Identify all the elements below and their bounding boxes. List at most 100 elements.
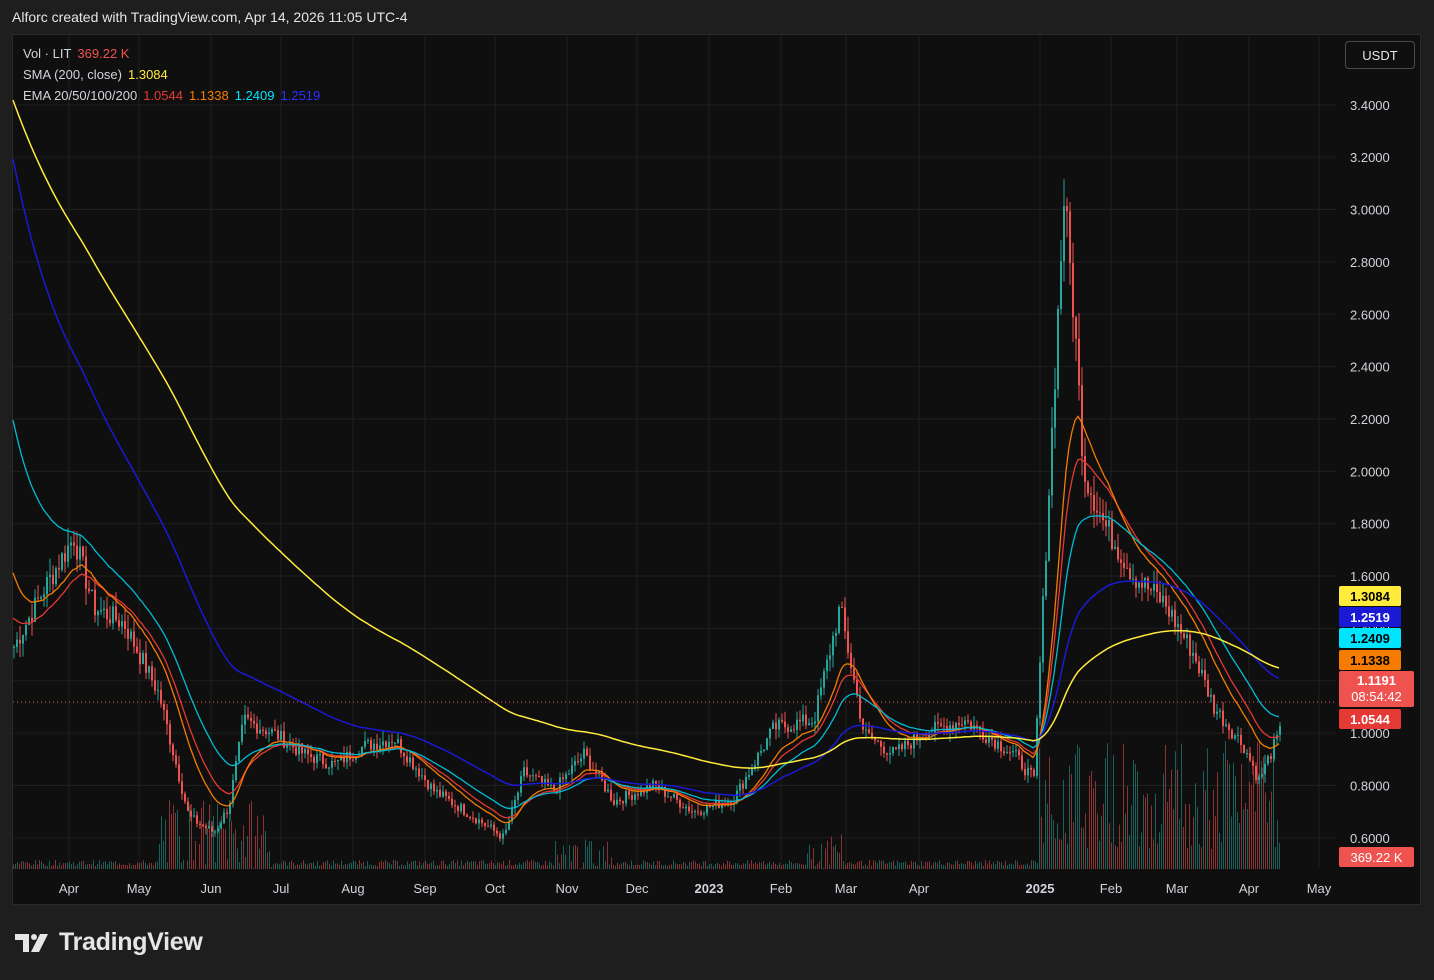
volume-bar (1069, 765, 1070, 869)
candle-body (250, 717, 252, 721)
candle-body (319, 754, 321, 756)
candle-body (199, 823, 201, 825)
volume-bar (1031, 860, 1032, 869)
ema-legend: EMA 20/50/100/200 1.0544 1.1338 1.2409 1.251… (23, 88, 326, 103)
candle-body (703, 813, 705, 815)
candle-body (1093, 494, 1095, 511)
volume-bar (89, 863, 90, 869)
candle-body (271, 729, 273, 733)
volume-bar (525, 861, 526, 869)
volume-bar (517, 864, 518, 869)
volume-bar (259, 848, 260, 869)
x-tick-label: May (127, 881, 152, 896)
candle-body (385, 741, 387, 748)
volume-bar (103, 861, 104, 869)
x-tick-label: Mar (835, 881, 858, 896)
candle-body (37, 597, 39, 599)
volume-bar (585, 839, 586, 869)
volume-bar (529, 862, 530, 869)
volume-bar (113, 862, 114, 869)
volume-bar (485, 863, 486, 869)
candle-body (436, 789, 438, 792)
volume-bar (961, 863, 962, 869)
candle-body (73, 542, 75, 546)
volume-bar (1121, 842, 1122, 869)
candle-body (1135, 578, 1137, 588)
volume-bar (189, 805, 190, 869)
volume-bar (91, 864, 92, 869)
currency-button[interactable]: USDT (1345, 41, 1415, 69)
volume-bar (183, 859, 184, 869)
volume-bar (271, 867, 272, 869)
volume-bar (1151, 805, 1152, 869)
volume-bar (1065, 832, 1066, 869)
volume-bar (119, 863, 120, 869)
volume-bar (487, 863, 488, 869)
volume-bar (1009, 863, 1010, 869)
candle-body (1018, 750, 1020, 756)
volume-bar (1239, 822, 1240, 869)
candle-body (805, 714, 807, 726)
candle-body (856, 679, 858, 696)
volume-bar (413, 861, 414, 869)
volume-bar (379, 861, 380, 869)
volume-bar (343, 865, 344, 869)
ema200-price-tag: 1.2519 (1339, 607, 1401, 627)
candle-body (190, 810, 192, 817)
volume-bar (689, 861, 690, 869)
candle-body (832, 635, 834, 656)
volume-bar (701, 865, 702, 869)
volume-bar (789, 860, 790, 869)
candle-body (448, 796, 450, 799)
volume-bar (437, 865, 438, 869)
y-tick-label: 1.8000 (1350, 517, 1390, 532)
volume-bar (1039, 748, 1040, 869)
volume-bar (731, 864, 732, 869)
volume-bar (1227, 759, 1228, 869)
candle-body (532, 775, 534, 777)
volume-bar (135, 865, 136, 869)
volume-bar (803, 864, 804, 869)
candle-body (1012, 750, 1014, 753)
tradingview-logo[interactable]: TradingView (15, 928, 203, 957)
volume-bar (717, 862, 718, 869)
volume-bar (165, 819, 166, 869)
volume-bar (459, 865, 460, 869)
price-chart[interactable]: 3.4000 3.2000 3.0000 2.8000 2.6000 2.4000 2.20… (0, 0, 1434, 980)
volume-bar (601, 868, 602, 869)
volume-bar (21, 861, 22, 869)
volume-bar (499, 862, 500, 869)
candle-body (1075, 317, 1077, 339)
x-tick-label: 2025 (1026, 881, 1055, 896)
volume-bar (275, 863, 276, 869)
volume-bar (1223, 753, 1224, 869)
volume-bar (815, 865, 816, 869)
volume-bar (1245, 802, 1246, 869)
candle-body (280, 730, 282, 740)
y-tick-label: 3.0000 (1350, 203, 1390, 218)
candle-body (547, 779, 549, 786)
candle-body (1021, 755, 1023, 770)
volume-bar (1053, 820, 1054, 869)
volume-bar (199, 844, 200, 869)
volume-bar (283, 860, 284, 869)
volume-bar (1241, 764, 1242, 869)
volume-bar (523, 862, 524, 869)
candle-body (304, 749, 306, 754)
volume-bar (505, 865, 506, 869)
volume-bar (981, 862, 982, 869)
volume-bar (107, 864, 108, 869)
volume-bar (141, 862, 142, 869)
volume-bar (489, 862, 490, 869)
candle-body (529, 775, 531, 777)
volume-bar (1043, 842, 1044, 869)
candle-body (1267, 756, 1269, 764)
candle-body (739, 783, 741, 791)
volume-bar (953, 864, 954, 869)
volume-bar (643, 860, 644, 869)
volume-bar (735, 863, 736, 869)
candle-body (988, 737, 990, 743)
volume-bar (633, 865, 634, 869)
candle-body (583, 748, 585, 759)
volume-bar (653, 861, 654, 869)
